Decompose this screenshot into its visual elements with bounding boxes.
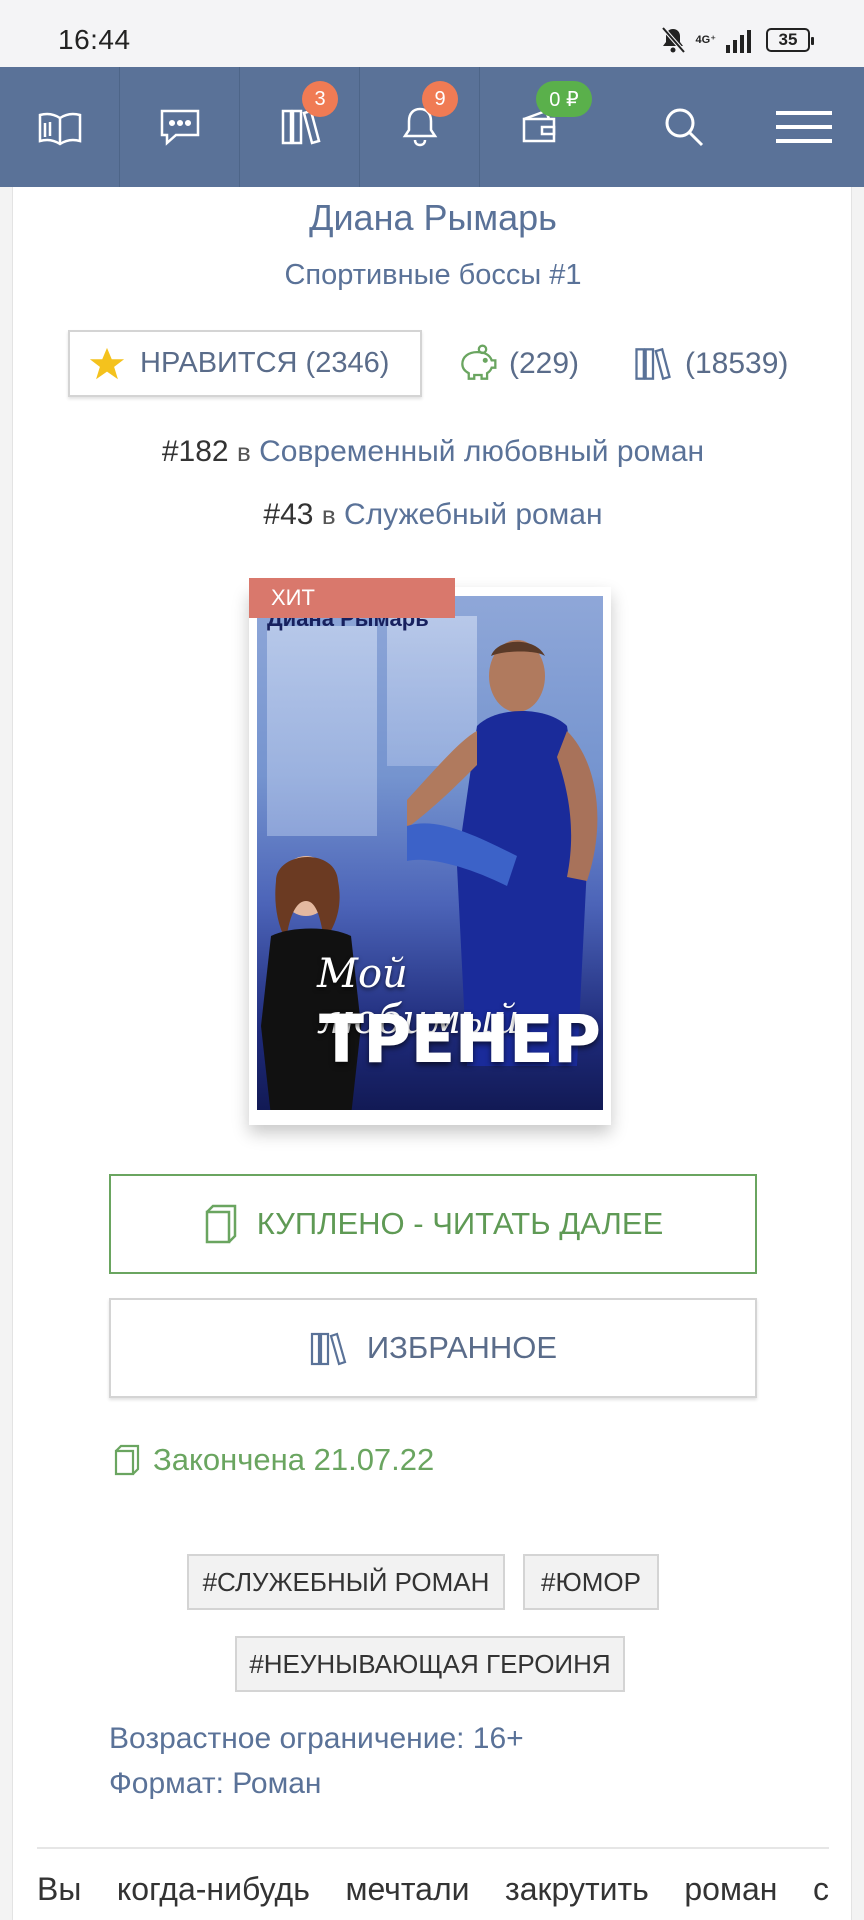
tag-chip[interactable]: #ЮМОР — [523, 1554, 659, 1610]
rank-in: в — [236, 437, 251, 467]
status-time: 16:44 — [58, 24, 131, 55]
library-count: (18539) — [685, 346, 789, 380]
description-text: Вы когда-нибудь мечтали закрутить роман … — [37, 1871, 829, 1907]
book-card: Диана Рымарь Спортивные боссы #1 НРАВИТС… — [12, 187, 852, 1920]
hamburger-menu-icon — [776, 111, 832, 143]
chat-icon — [160, 109, 199, 146]
library-stat[interactable]: (18539) — [631, 330, 788, 397]
age-restriction: Возрастное ограничение: 16+ — [109, 1722, 524, 1755]
read-button[interactable]: КУПЛЕНО - ЧИТАТЬ ДАЛЕЕ — [109, 1174, 757, 1274]
read-button-label: КУПЛЕНО - ЧИТАТЬ ДАЛЕЕ — [256, 1206, 664, 1241]
author-link[interactable]: Диана Рымарь — [13, 197, 853, 239]
rank-in: в — [321, 500, 336, 530]
nav-notifications[interactable]: 9 — [360, 67, 480, 187]
library-badge: 3 — [302, 81, 338, 117]
rank-line-2: #43 в Служебный роман — [13, 498, 853, 532]
hit-badge: ХИТ — [249, 578, 455, 618]
network-type: 4G⁺ — [695, 33, 716, 46]
rank-category-link[interactable]: Современный любовный роман — [259, 435, 704, 468]
like-button[interactable]: НРАВИТСЯ (2346) — [68, 330, 422, 397]
cover-image: Диана Рымарь Мой любимый ТРЕНЕР — [257, 596, 603, 1110]
book-icon — [205, 1204, 236, 1244]
battery-icon: 35 — [766, 28, 814, 52]
favorite-button-label: ИЗБРАННОЕ — [366, 1330, 558, 1365]
nav-wallet[interactable]: 0 ₽ — [480, 67, 600, 187]
tag-chip[interactable]: #СЛУЖЕБНЫЙ РОМАН — [187, 1554, 505, 1610]
wallet-badge: 0 ₽ — [536, 81, 592, 117]
cover-window — [267, 626, 377, 836]
tag-chip[interactable]: #НЕУНЫВАЮЩАЯ ГЕРОИНЯ — [235, 1636, 625, 1692]
status-icons: 4G⁺ 35 — [660, 24, 814, 56]
signal-icon — [726, 30, 751, 53]
nav-search[interactable] — [624, 67, 744, 187]
search-icon — [665, 108, 704, 147]
book-icon — [114, 1444, 140, 1476]
rank-category-link[interactable]: Служебный роман — [344, 498, 603, 531]
book-cover[interactable]: Диана Рымарь Мой любимый ТРЕНЕР — [249, 587, 611, 1125]
divider — [37, 1847, 829, 1849]
top-nav: 3 9 0 ₽ — [0, 67, 864, 187]
completion-date: Закончена 21.07.22 — [153, 1442, 435, 1477]
rank-position: #182 — [161, 435, 229, 468]
books-icon — [635, 347, 671, 380]
like-label: НРАВИТСЯ (2346) — [140, 347, 390, 379]
piggy-bank-icon — [461, 344, 497, 380]
rewards-count: (229) — [509, 346, 580, 380]
nav-messages[interactable] — [120, 67, 240, 187]
nav-catalog[interactable] — [0, 67, 120, 187]
rank-position: #43 — [263, 498, 314, 531]
status-bar: 16:44 4G⁺ 35 — [0, 0, 864, 67]
rank-line-1: #182 в Современный любовный роман — [13, 435, 853, 469]
open-book-icon — [38, 112, 81, 146]
battery-level: 35 — [778, 30, 798, 49]
cover-title-line-2: ТРЕНЕР — [319, 1001, 601, 1078]
nav-library[interactable]: 3 — [240, 67, 360, 187]
books-icon — [310, 1332, 347, 1366]
mute-icon — [661, 26, 686, 54]
completion-status: Закончена 21.07.22 — [113, 1442, 434, 1478]
nav-menu[interactable] — [744, 67, 864, 187]
series-link[interactable]: Спортивные боссы #1 — [13, 259, 853, 292]
notifications-badge: 9 — [422, 81, 458, 117]
rewards-stat[interactable]: (229) — [455, 330, 579, 397]
book-format: Формат: Роман — [109, 1767, 322, 1800]
star-icon — [89, 347, 125, 379]
favorite-button[interactable]: ИЗБРАННОЕ — [109, 1298, 757, 1398]
